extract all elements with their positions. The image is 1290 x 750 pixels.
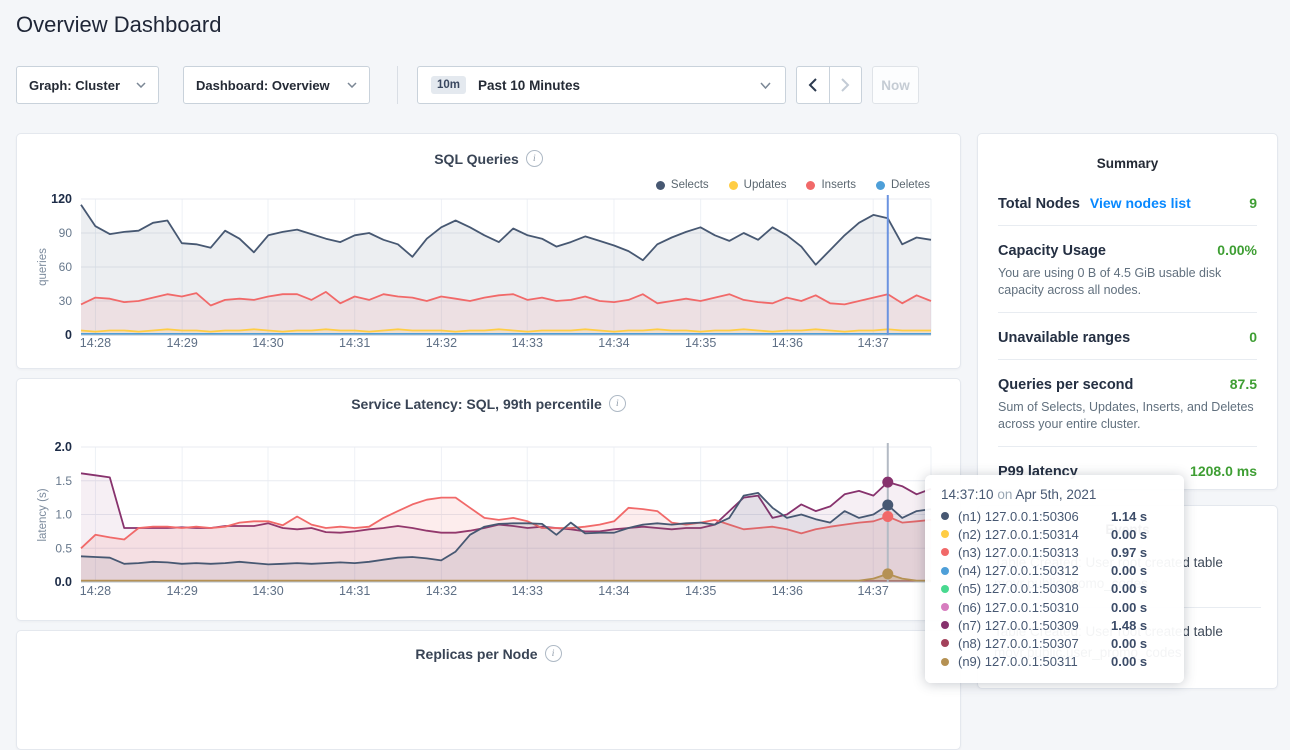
summary-row-queries-per-second: Queries per second 87.5 Sum of Selects, … [998, 360, 1257, 447]
summary-card: Summary Total Nodes View nodes list 9 Ca… [977, 133, 1278, 490]
service-latency-panel: Service Latency: SQL, 99th percentile i … [16, 378, 961, 621]
summary-value: 0 [1249, 329, 1257, 345]
dashboard-label: Dashboard: Overview [196, 78, 337, 93]
summary-value: 87.5 [1230, 376, 1257, 392]
summary-description: Sum of Selects, Updates, Inserts, and De… [998, 399, 1257, 433]
replicas-per-node-panel: Replicas per Node i [16, 630, 961, 750]
summary-label: Total Nodes [998, 196, 1080, 212]
svg-text:14:33: 14:33 [512, 336, 543, 350]
node-color-dot-icon [941, 621, 949, 629]
summary-title: Summary [978, 134, 1277, 171]
svg-text:14:32: 14:32 [426, 336, 457, 350]
info-icon[interactable]: i [545, 645, 562, 662]
graph-scope-label: Graph: Cluster [29, 78, 126, 93]
summary-label: Queries per second [998, 377, 1133, 393]
svg-text:60: 60 [59, 260, 73, 274]
sql-queries-panel: SQL Queries i SelectsUpdatesInsertsDelet… [16, 133, 961, 369]
svg-text:14:34: 14:34 [598, 584, 629, 598]
svg-text:14:36: 14:36 [772, 336, 803, 350]
svg-text:14:30: 14:30 [252, 336, 283, 350]
event-object: movr.public.user_promo_codes [994, 642, 1261, 663]
svg-text:14:30: 14:30 [252, 584, 283, 598]
svg-text:14:28: 14:28 [80, 336, 111, 350]
time-range-label: Past 10 Minutes [478, 78, 750, 93]
svg-text:120: 120 [51, 192, 72, 206]
svg-text:14:37: 14:37 [858, 336, 889, 350]
page-title: Overview Dashboard [16, 12, 221, 38]
controls-divider [397, 66, 398, 104]
next-interval-button[interactable] [830, 67, 862, 103]
svg-text:0.0: 0.0 [55, 575, 72, 589]
events-card: Events Table Created: User root created … [977, 505, 1278, 689]
summary-label: Unavailable ranges [998, 330, 1130, 346]
svg-text:14:29: 14:29 [167, 584, 198, 598]
summary-description: You are using 0 B of 4.5 GiB usable disk… [998, 265, 1257, 299]
dashboard-dropdown[interactable]: Dashboard: Overview [183, 66, 370, 104]
summary-row-unavailable-ranges: Unavailable ranges 0 [998, 313, 1257, 360]
svg-text:14:33: 14:33 [512, 584, 543, 598]
svg-text:14:34: 14:34 [598, 336, 629, 350]
svg-text:1.5: 1.5 [55, 474, 72, 488]
now-button-label: Now [881, 78, 910, 93]
summary-value: 9 [1249, 195, 1257, 211]
svg-text:14:29: 14:29 [167, 336, 198, 350]
svg-text:14:35: 14:35 [685, 336, 716, 350]
event-item: Table Created: User root created table m… [994, 608, 1261, 676]
event-object: movr.public.promo_codes [994, 573, 1261, 594]
prev-interval-button[interactable] [797, 67, 830, 103]
event-text: Table Created: User root created table [994, 552, 1261, 573]
event-text: Table Created: User root created table [994, 621, 1261, 642]
svg-text:14:36: 14:36 [772, 584, 803, 598]
chevron-down-icon [347, 82, 357, 88]
time-range-badge: 10m [431, 76, 466, 94]
time-range-picker[interactable]: 10m Past 10 Minutes [417, 66, 786, 104]
sql-queries-chart[interactable]: 0 30 60 90 120 14:28 14:29 14:30 14:31 14:32 14:33… [17, 134, 960, 368]
summary-row-total-nodes: Total Nodes View nodes list 9 [998, 179, 1257, 226]
time-nav-arrows [796, 66, 862, 104]
replicas-per-node-title: Replicas per Node [415, 646, 537, 662]
summary-row-capacity-usage: Capacity Usage 0.00% You are using 0 B o… [998, 226, 1257, 313]
summary-label: Capacity Usage [998, 243, 1106, 259]
svg-text:14:35: 14:35 [685, 584, 716, 598]
chevron-down-icon [136, 82, 146, 88]
event-item: Table Created: User root created table m… [994, 539, 1261, 608]
service-latency-chart[interactable]: 0.0 0.5 1.0 1.5 2.0 14:28 14:29 14:30 14:31 14:32… [17, 379, 960, 620]
svg-text:14:32: 14:32 [426, 584, 457, 598]
svg-text:14:31: 14:31 [339, 584, 370, 598]
now-button[interactable]: Now [872, 66, 919, 104]
svg-text:90: 90 [59, 226, 73, 240]
svg-text:0.5: 0.5 [55, 541, 72, 555]
summary-value: 1208.0 ms [1190, 463, 1257, 479]
view-nodes-list-link[interactable]: View nodes list [1090, 195, 1191, 211]
svg-text:14:37: 14:37 [858, 584, 889, 598]
svg-text:1.0: 1.0 [55, 508, 72, 522]
summary-row-p99-latency: P99 latency 1208.0 ms [998, 447, 1257, 493]
events-title: Events [978, 506, 1277, 537]
svg-text:0: 0 [65, 328, 72, 342]
summary-label: P99 latency [998, 464, 1078, 480]
svg-text:2.0: 2.0 [55, 440, 72, 454]
summary-value: 0.00% [1217, 242, 1257, 258]
chevron-down-icon [760, 82, 771, 89]
graph-scope-dropdown[interactable]: Graph: Cluster [16, 66, 159, 104]
svg-text:30: 30 [59, 294, 73, 308]
svg-text:14:28: 14:28 [80, 584, 111, 598]
svg-text:14:31: 14:31 [339, 336, 370, 350]
